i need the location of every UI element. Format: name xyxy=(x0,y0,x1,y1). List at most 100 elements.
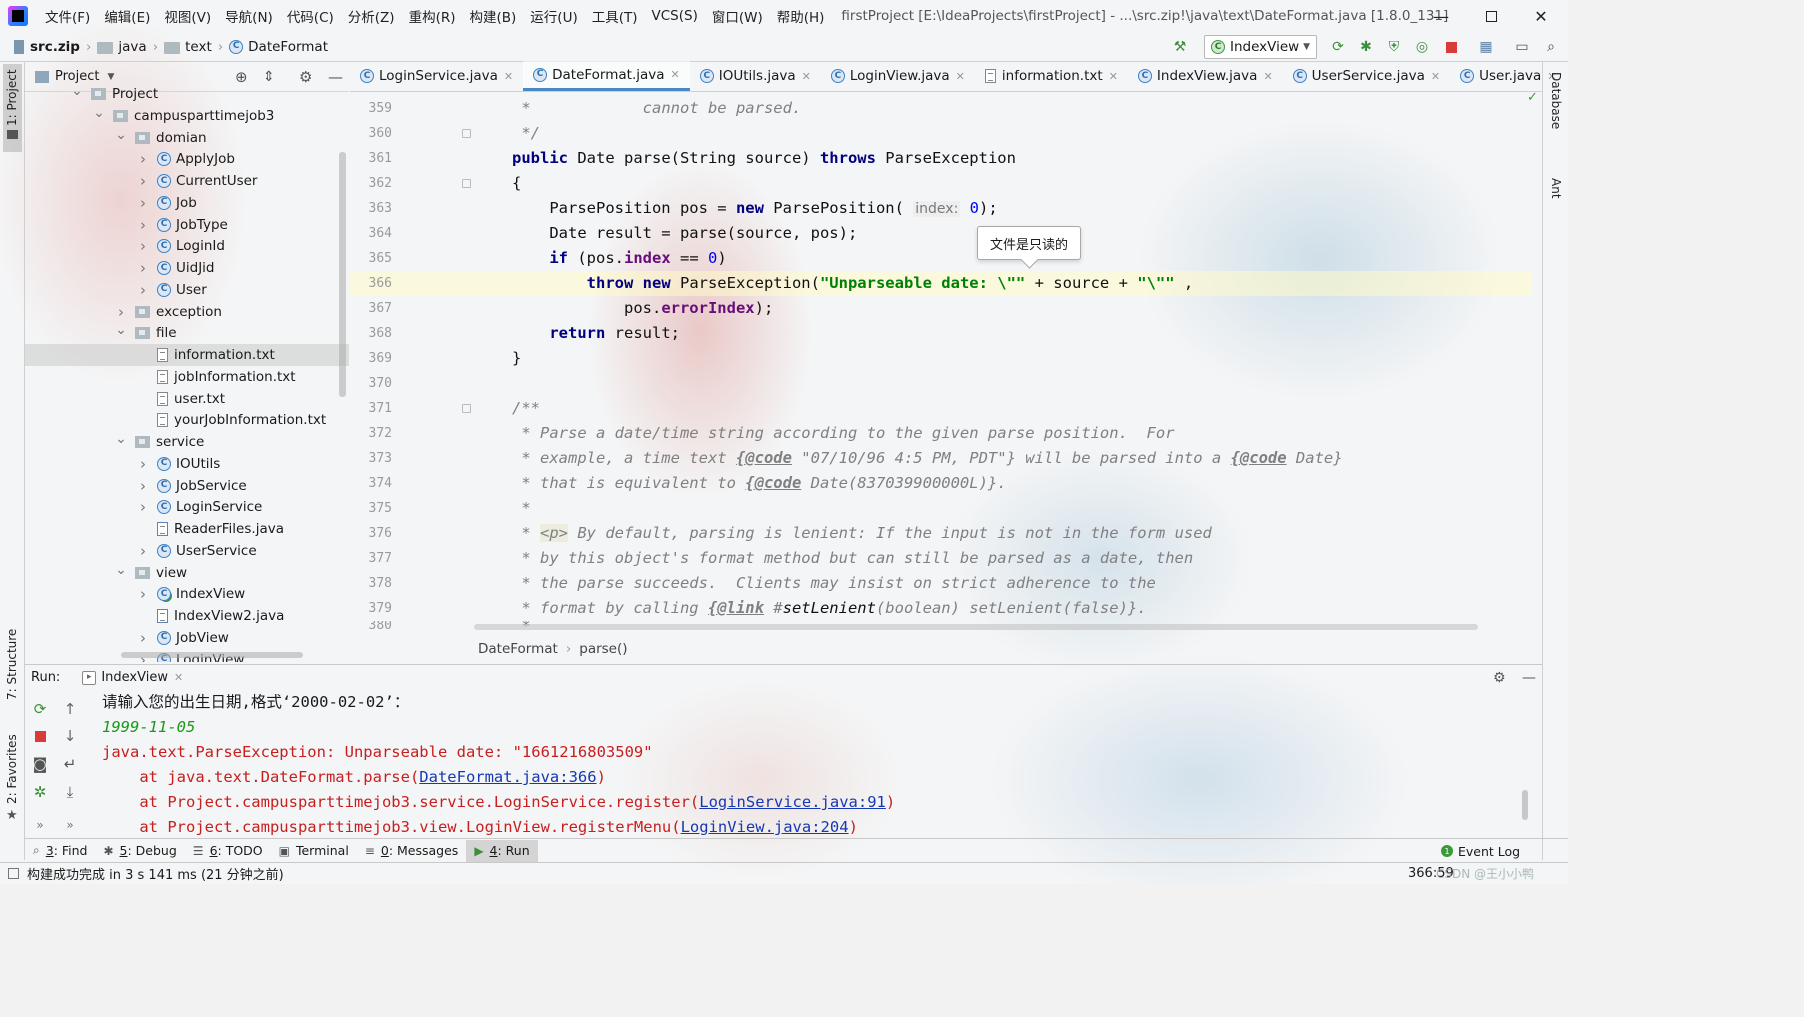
tree-item[interactable]: ReaderFiles.java xyxy=(25,518,349,540)
rerun-icon[interactable]: ⟳ xyxy=(1330,39,1346,55)
menu-navigate[interactable]: 导航(N) xyxy=(218,6,280,26)
project-view-label[interactable]: Project xyxy=(55,69,99,84)
chevron-down-icon[interactable]: ▼ xyxy=(107,72,114,82)
hide-panel-icon[interactable]: — xyxy=(1522,670,1536,686)
stop-icon[interactable] xyxy=(31,727,49,745)
hide-panel-icon[interactable]: — xyxy=(328,68,343,86)
more-icon[interactable]: » xyxy=(31,816,49,834)
tree-item[interactable]: ⌄ view xyxy=(25,562,349,584)
chevron-down-icon[interactable]: ⌄ xyxy=(115,127,127,143)
menu-edit[interactable]: 编辑(E) xyxy=(97,6,157,26)
close-icon[interactable]: ✕ xyxy=(1431,70,1440,83)
coverage-icon[interactable]: ⛨ xyxy=(1386,39,1402,55)
tree-item[interactable]: › C UidJid xyxy=(25,257,349,279)
menu-code[interactable]: 代码(C) xyxy=(280,6,341,26)
tool-tab[interactable]: ✱ 5: Debug xyxy=(95,840,184,862)
locate-icon[interactable]: ⊕ xyxy=(235,68,248,86)
run-tab-indexview[interactable]: IndexView xyxy=(101,670,168,685)
tree-item[interactable]: › C JobView xyxy=(25,627,349,649)
camera-icon[interactable]: ◙ xyxy=(31,755,49,773)
menu-run[interactable]: 运行(U) xyxy=(523,6,584,26)
tree-item[interactable]: › C ApplyJob xyxy=(25,148,349,170)
tree-item[interactable]: user.txt xyxy=(25,388,349,410)
soft-wrap-icon[interactable]: ↵ xyxy=(61,755,79,773)
editor-tab[interactable]: C DateFormat.java ✕ xyxy=(523,61,690,91)
menu-vcs[interactable]: VCS(S) xyxy=(645,8,705,24)
tree-item[interactable]: › C UserService xyxy=(25,540,349,562)
menu-file[interactable]: 文件(F) xyxy=(38,6,97,26)
console-output[interactable]: 请输入您的出生日期,格式‘2000-02-02’： 1999-11-05 jav… xyxy=(90,690,1530,836)
chevron-down-icon[interactable]: ⌄ xyxy=(115,562,127,578)
close-window-button[interactable]: ✕ xyxy=(1517,0,1565,32)
stacktrace-link[interactable]: DateFormat.java:366 xyxy=(419,768,596,786)
close-icon[interactable]: ✕ xyxy=(671,68,680,81)
run-configuration-select[interactable]: C IndexView ▼ xyxy=(1204,35,1317,59)
chevron-down-icon[interactable]: ⌄ xyxy=(115,322,127,338)
inspection-ok-icon[interactable]: ✓ xyxy=(1527,90,1538,105)
tree-item[interactable]: ⌄ file xyxy=(25,322,349,344)
horizontal-scrollbar[interactable] xyxy=(474,624,1478,630)
chevron-right-icon[interactable]: › xyxy=(115,303,127,321)
close-icon[interactable]: ✕ xyxy=(174,671,183,684)
chevron-right-icon[interactable]: › xyxy=(137,281,149,299)
crumb-method[interactable]: parse() xyxy=(579,641,627,657)
close-icon[interactable]: ✕ xyxy=(802,70,811,83)
arrow-down-icon[interactable]: ↓ xyxy=(61,727,79,745)
chevron-right-icon[interactable]: › xyxy=(137,455,149,473)
gear-icon[interactable]: ⚙ xyxy=(299,68,312,86)
tree-item[interactable]: › C User xyxy=(25,279,349,301)
menu-refactor[interactable]: 重构(R) xyxy=(402,6,463,26)
chevron-right-icon[interactable]: › xyxy=(137,216,149,234)
tool-tab[interactable]: ≡ 0: Messages xyxy=(357,840,467,862)
build-hammer-icon[interactable]: ⚒ xyxy=(1172,39,1188,55)
collapse-all-icon[interactable]: ⇕ xyxy=(263,69,275,85)
chevron-right-icon[interactable]: › xyxy=(137,194,149,212)
arrow-up-icon[interactable]: ↑ xyxy=(61,700,79,718)
tree-item[interactable]: yourJobInformation.txt xyxy=(25,409,349,431)
crumb-java[interactable]: java xyxy=(118,39,146,55)
code-editor[interactable]: * cannot be parsed. */ public Date parse… xyxy=(468,96,1532,631)
chevron-right-icon[interactable]: › xyxy=(137,259,149,277)
minimize-button[interactable]: — xyxy=(1417,0,1465,32)
tool-tab[interactable]: ⌕ 3: Find xyxy=(25,840,95,862)
tree-item[interactable]: › C LoginId xyxy=(25,235,349,257)
tool-tab[interactable]: ▣ Terminal xyxy=(271,840,357,862)
menu-help[interactable]: 帮助(H) xyxy=(770,6,832,26)
scroll-to-end-icon[interactable]: ⤓ xyxy=(61,783,79,801)
chevron-right-icon[interactable]: › xyxy=(137,542,149,560)
editor-tab[interactable]: information.txt ✕ xyxy=(975,61,1128,91)
tool-tab[interactable]: ☰ 6: TODO xyxy=(185,840,271,862)
toggle-tool-windows-icon[interactable] xyxy=(8,868,19,879)
tool-tab[interactable]: ▶ 4: Run xyxy=(466,839,538,862)
tree-item[interactable]: IndexView2.java xyxy=(25,605,349,627)
editor-tab[interactable]: C LoginView.java ✕ xyxy=(821,61,975,91)
tree-item[interactable]: › C IndexView xyxy=(25,583,349,605)
crumb-dateformat[interactable]: DateFormat xyxy=(248,39,328,55)
presentation-icon[interactable]: ▭ xyxy=(1514,39,1530,55)
menu-build[interactable]: 构建(B) xyxy=(463,6,524,26)
close-icon[interactable]: ✕ xyxy=(1263,70,1272,83)
chevron-right-icon[interactable]: › xyxy=(137,498,149,516)
editor-tab[interactable]: C LoginService.java ✕ xyxy=(350,61,523,91)
tree-item[interactable]: information.txt xyxy=(25,344,349,366)
tree-item[interactable]: ⌄ service xyxy=(25,431,349,453)
editor-tab[interactable]: C IndexView.java ✕ xyxy=(1128,61,1283,91)
chevron-down-icon[interactable]: ⌄ xyxy=(115,431,127,447)
structure-tool-button[interactable]: 7: Structure xyxy=(3,629,22,714)
project-structure-icon[interactable]: ▦ xyxy=(1478,39,1494,55)
stop-icon[interactable] xyxy=(1443,39,1459,55)
tree-item[interactable]: › C Job xyxy=(25,192,349,214)
crumb-src-zip[interactable]: src.zip xyxy=(30,39,80,55)
crumb-class[interactable]: DateFormat xyxy=(478,641,558,657)
gear-icon[interactable]: ⚙ xyxy=(1493,670,1506,686)
menu-view[interactable]: 视图(V) xyxy=(157,6,218,26)
database-tool-button[interactable]: Database xyxy=(1547,72,1565,152)
rerun-icon[interactable]: ⟳ xyxy=(31,700,49,718)
crumb-text[interactable]: text xyxy=(185,39,212,55)
chevron-right-icon[interactable]: › xyxy=(137,477,149,495)
close-icon[interactable]: ✕ xyxy=(504,70,513,83)
menu-window[interactable]: 窗口(W) xyxy=(705,6,770,26)
chevron-right-icon[interactable]: › xyxy=(137,585,149,603)
menu-analyze[interactable]: 分析(Z) xyxy=(341,6,402,26)
close-icon[interactable]: ✕ xyxy=(1109,70,1118,83)
